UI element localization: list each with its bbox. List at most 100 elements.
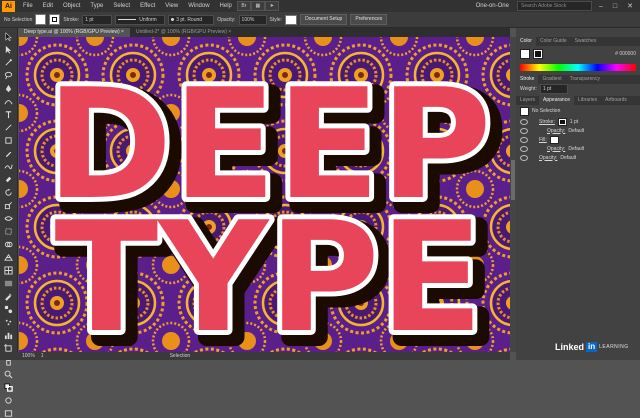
draw-mode-icon[interactable] xyxy=(4,396,13,405)
perspective-grid-tool-icon[interactable] xyxy=(4,253,13,262)
visibility-eye-icon[interactable] xyxy=(520,127,528,134)
zoom-level[interactable]: 100% xyxy=(22,353,35,359)
visibility-eye-icon[interactable] xyxy=(520,136,528,143)
title-line-type: TYPE xyxy=(55,189,484,352)
send-icon[interactable]: ➤ xyxy=(264,1,279,11)
menu-view[interactable]: View xyxy=(160,0,183,12)
fill-row-swatch[interactable] xyxy=(549,135,559,144)
fill-row-label[interactable]: Fill: xyxy=(539,137,547,143)
eraser-tool-icon[interactable] xyxy=(4,175,13,184)
mesh-tool-icon[interactable] xyxy=(4,266,13,275)
tab-stroke[interactable]: Stroke xyxy=(516,75,539,84)
tab-artboards[interactable]: Artboards xyxy=(601,96,631,105)
scale-tool-icon[interactable] xyxy=(4,201,13,210)
tab-transparency[interactable]: Transparency xyxy=(566,75,604,84)
appearance-fill-row[interactable]: Fill: xyxy=(516,135,640,144)
symbol-sprayer-tool-icon[interactable] xyxy=(4,318,13,327)
stroke-label[interactable]: Stroke: xyxy=(63,17,79,23)
close-icon[interactable]: ✕ xyxy=(624,2,636,10)
appearance-stroke-row[interactable]: Stroke: 1 pt xyxy=(516,117,640,126)
opacity-field[interactable]: 100% xyxy=(238,14,267,25)
menu-object[interactable]: Object xyxy=(58,0,85,12)
search-stock-input[interactable]: Search Adobe Stock xyxy=(516,1,592,11)
workspace-switcher[interactable]: One-on-One xyxy=(476,3,509,9)
fill-opacity-label[interactable]: Opacity: xyxy=(547,146,565,152)
visibility-eye-icon[interactable] xyxy=(520,154,528,161)
watermark-linked: Linked xyxy=(555,342,585,352)
menu-help[interactable]: Help xyxy=(215,0,237,12)
visibility-eye-icon[interactable] xyxy=(520,118,528,125)
direct-selection-tool-icon[interactable] xyxy=(4,45,13,54)
artboard-canvas[interactable]: DEEP TYPE DEEP TYPE xyxy=(19,37,510,352)
color-spectrum[interactable] xyxy=(520,64,636,71)
paintbrush-tool-icon[interactable] xyxy=(4,149,13,158)
tab-swatches[interactable]: Swatches xyxy=(571,37,601,46)
column-graph-tool-icon[interactable] xyxy=(4,331,13,340)
menu-select[interactable]: Select xyxy=(108,0,135,12)
magic-wand-icon[interactable] xyxy=(4,58,13,67)
stroke-row-label[interactable]: Stroke: xyxy=(539,119,555,125)
weight-field[interactable]: 1 pt xyxy=(539,83,568,94)
linkedin-learning-watermark: Linked in LEARNING xyxy=(555,342,629,352)
tab-color-guide[interactable]: Color Guide xyxy=(536,37,571,46)
maximize-icon[interactable]: □ xyxy=(610,3,620,10)
stroke-swatch[interactable] xyxy=(49,14,61,25)
fill-swatch[interactable] xyxy=(35,14,47,25)
color-hex-value[interactable]: 000000 xyxy=(619,51,636,57)
scrollbar-thumb[interactable] xyxy=(511,160,515,200)
arrange-documents-icon[interactable]: ▦ xyxy=(250,1,265,11)
bridge-button[interactable]: Br xyxy=(236,1,251,11)
tab-deep-type[interactable]: Deep type.ai @ 100% (RGB/GPU Preview) × xyxy=(18,28,130,37)
screen-mode-icon[interactable] xyxy=(4,409,13,418)
menu-file[interactable]: File xyxy=(18,0,38,12)
tab-layers[interactable]: Layers xyxy=(516,96,539,105)
type-tool-icon[interactable] xyxy=(4,110,13,119)
stroke-row-value[interactable]: 1 pt xyxy=(570,119,578,125)
menu-type[interactable]: Type xyxy=(85,0,108,12)
stroke-row-swatch[interactable] xyxy=(557,117,567,126)
color-fill-swatch[interactable] xyxy=(520,49,530,59)
line-segment-tool-icon[interactable] xyxy=(4,123,13,132)
fill-opacity-value: Default xyxy=(568,145,585,152)
document-setup-button[interactable]: Document Setup xyxy=(300,14,348,25)
menu-effect[interactable]: Effect xyxy=(135,0,160,12)
pen-tool-icon[interactable] xyxy=(4,84,13,93)
stroke-opacity-value: Default xyxy=(568,127,585,134)
preferences-button[interactable]: Preferences xyxy=(350,14,388,25)
width-tool-icon[interactable] xyxy=(4,214,13,223)
variable-width-profile[interactable]: Uniform xyxy=(115,14,166,25)
tab-untitled-2[interactable]: Untitled-2* @ 100% (RGB/GPU Preview) × xyxy=(130,28,237,37)
selection-tool-icon[interactable] xyxy=(4,32,13,41)
stroke-opacity-label[interactable]: Opacity: xyxy=(547,128,565,134)
shape-builder-tool-icon[interactable] xyxy=(4,240,13,249)
gradient-tool-icon[interactable] xyxy=(4,279,13,288)
visibility-eye-icon[interactable] xyxy=(520,145,528,152)
tab-libraries[interactable]: Libraries xyxy=(574,96,601,105)
color-stroke-swatch[interactable] xyxy=(533,49,543,59)
appearance-opacity-row[interactable]: Opacity: Default xyxy=(516,153,640,162)
shaper-tool-icon[interactable] xyxy=(4,162,13,171)
fill-stroke-swatches-icon[interactable] xyxy=(4,383,13,392)
opacity-label[interactable]: Opacity: xyxy=(217,17,235,23)
tab-color[interactable]: Color xyxy=(516,37,536,46)
layer-opacity-label[interactable]: Opacity: xyxy=(539,155,557,161)
stroke-weight-row: Weight: 1 pt xyxy=(516,83,640,94)
zoom-tool-icon[interactable] xyxy=(4,370,13,379)
menu-edit[interactable]: Edit xyxy=(38,0,58,12)
rectangle-tool-icon[interactable] xyxy=(4,136,13,145)
stroke-weight-field[interactable]: 1 pt xyxy=(82,14,113,25)
blend-tool-icon[interactable] xyxy=(4,305,13,314)
brush-definition[interactable]: 3 pt. Round xyxy=(168,14,215,25)
appearance-fill-opacity-row[interactable]: Opacity: Default xyxy=(516,144,640,153)
free-transform-tool-icon[interactable] xyxy=(4,227,13,236)
rotate-tool-icon[interactable] xyxy=(4,188,13,197)
curvature-tool-icon[interactable] xyxy=(4,97,13,106)
tab-appearance[interactable]: Appearance xyxy=(539,96,574,105)
minimize-icon[interactable]: – xyxy=(596,3,606,10)
menu-window[interactable]: Window xyxy=(183,0,214,12)
eyedropper-tool-icon[interactable] xyxy=(4,292,13,301)
lasso-tool-icon[interactable] xyxy=(4,71,13,80)
artboard-number[interactable]: 1 xyxy=(41,353,44,359)
appearance-stroke-opacity-row[interactable]: Opacity: Default xyxy=(516,126,640,135)
graphic-style-picker[interactable] xyxy=(285,14,298,25)
